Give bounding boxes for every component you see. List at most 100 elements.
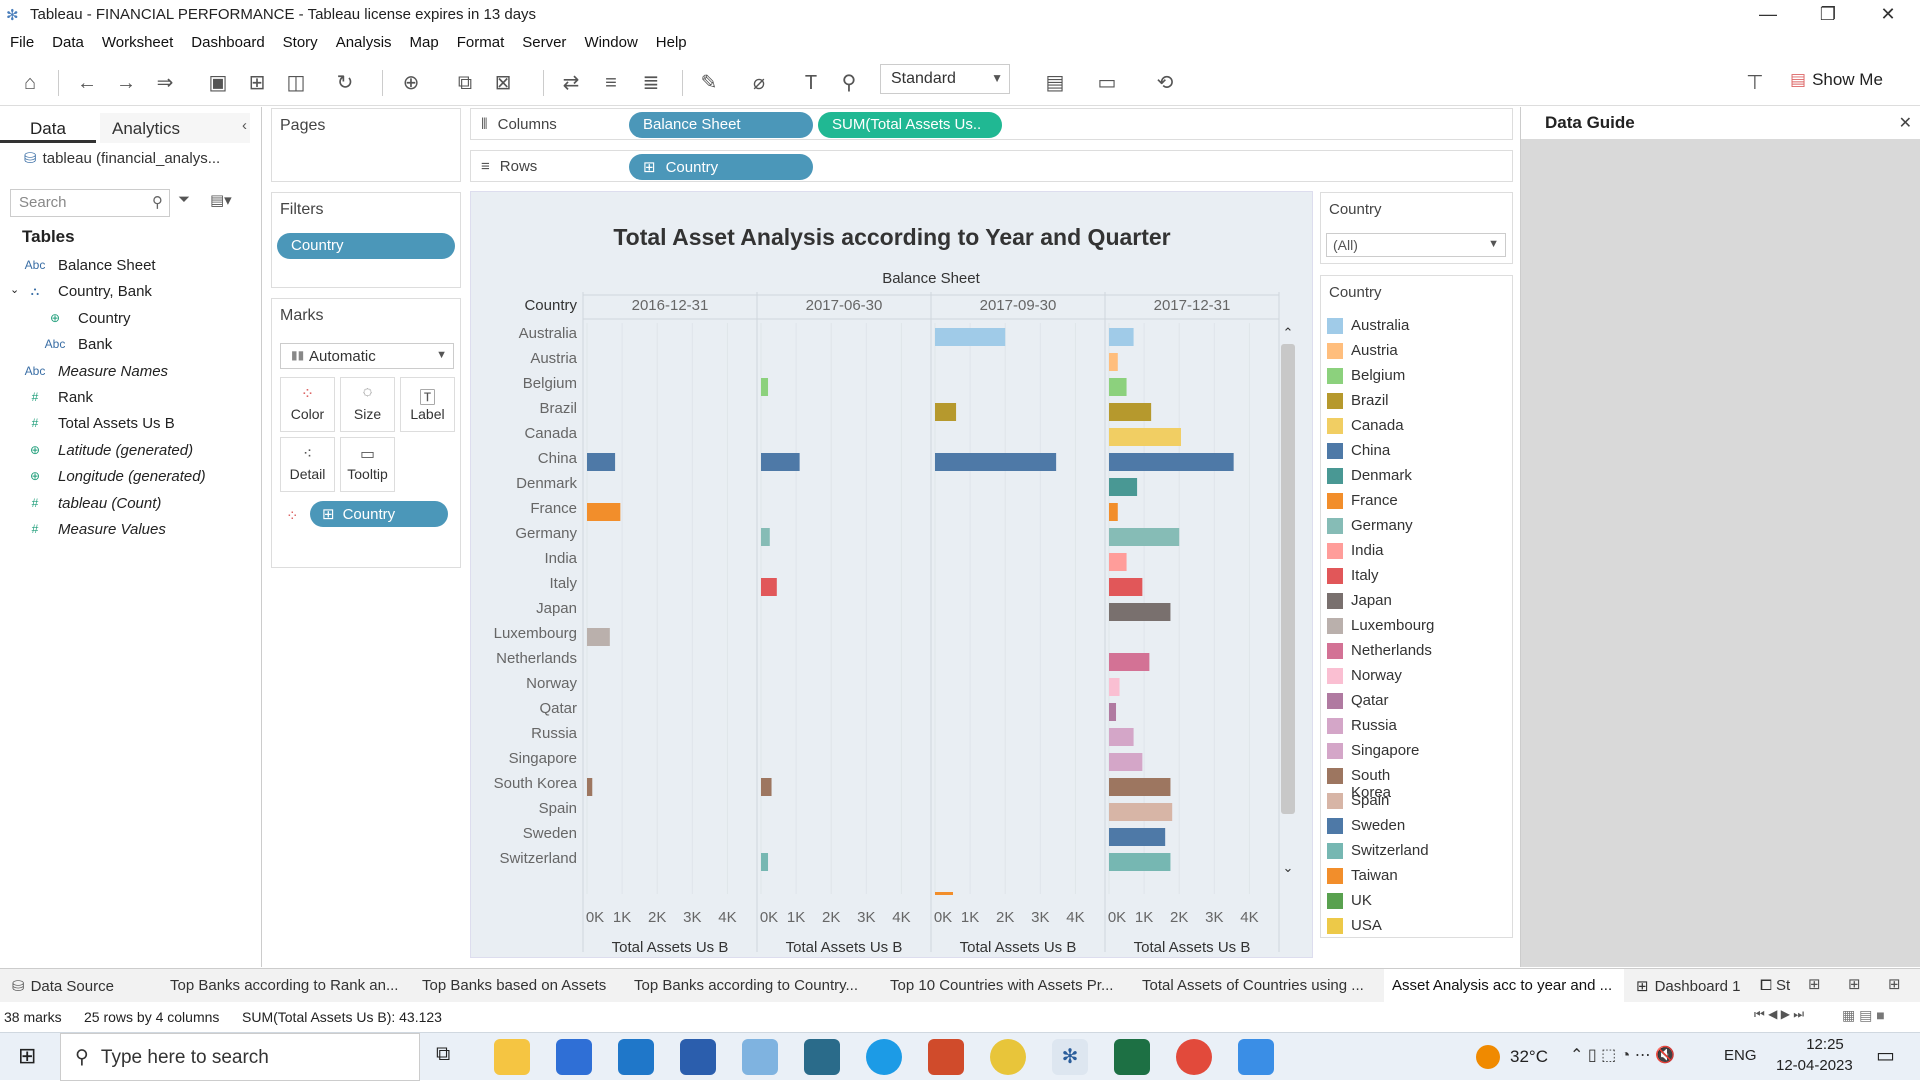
label-button[interactable]: 🅃 Label <box>400 377 455 432</box>
field-item[interactable]: Abc Bank <box>0 332 260 358</box>
restore-button[interactable]: ❐ <box>1800 0 1856 30</box>
minimize-button[interactable]: — <box>1740 0 1796 30</box>
data-guide-icon[interactable]: ⊤ <box>1740 68 1770 98</box>
tab-top-banks-rank[interactable]: Top Banks according to Rank an... <box>162 969 412 1003</box>
tab-top-banks-assets[interactable]: Top Banks based on Assets <box>414 969 624 1003</box>
tab-asset-analysis-active[interactable]: Asset Analysis acc to year and ... <box>1384 969 1624 1003</box>
new-story-tab-icon[interactable]: ⊞ <box>1888 975 1901 993</box>
mail-icon[interactable] <box>618 1039 654 1075</box>
new-worksheet-icon[interactable]: ⊕ <box>396 68 426 98</box>
menu-server[interactable]: Server <box>513 30 575 55</box>
replay-icon[interactable]: ⇒ <box>150 68 180 98</box>
sort-descending-icon[interactable]: ≣ <box>636 68 666 98</box>
menu-data[interactable]: Data <box>43 30 93 55</box>
app-icon-3[interactable] <box>1176 1039 1212 1075</box>
edge-icon[interactable] <box>866 1039 902 1075</box>
menu-worksheet[interactable]: Worksheet <box>93 30 182 55</box>
clear-sheet-icon[interactable]: ⊠ <box>488 68 518 98</box>
tab-story[interactable]: ⧠ St <box>1752 969 1802 1003</box>
columns-pill-sum-total-assets[interactable]: SUM(Total Assets Us.. <box>818 112 1002 138</box>
new-datasource-icon[interactable]: ⊞ <box>242 68 272 98</box>
pause-updates-icon[interactable]: ◫ <box>281 68 311 98</box>
group-members-icon[interactable]: ⌀ <box>744 68 774 98</box>
menu-file[interactable]: File <box>0 30 43 55</box>
field-item[interactable]: ⊕ Latitude (generated) <box>0 438 260 464</box>
tray-icons[interactable]: ⌃ ▯ ⬚ ◔ ⋯ 🔇 <box>1570 1045 1675 1065</box>
new-dashboard-tab-icon[interactable]: ⊞ <box>1848 975 1861 993</box>
datasource-item[interactable]: ⛁ tableau (financial_analys... <box>24 149 220 167</box>
field-item[interactable]: # Measure Values <box>0 517 260 543</box>
excel-icon[interactable] <box>1114 1039 1150 1075</box>
redo-icon[interactable]: → <box>111 68 141 98</box>
size-button[interactable]: ◌ Size <box>340 377 395 432</box>
menu-story[interactable]: Story <box>274 30 327 55</box>
home-icon[interactable]: ⌂ <box>15 68 45 98</box>
menu-help[interactable]: Help <box>647 30 696 55</box>
field-item[interactable]: # tableau (Count) <box>0 491 260 517</box>
tab-data[interactable]: Data <box>0 113 96 143</box>
country-filter-dropdown[interactable]: (All) ▼ <box>1326 233 1506 257</box>
close-icon[interactable]: ✕ <box>1899 113 1912 133</box>
weather-icon[interactable] <box>1476 1045 1500 1069</box>
tableau-taskbar-icon[interactable]: ✻ <box>1052 1039 1088 1075</box>
show-mark-labels-icon[interactable]: T <box>796 68 826 98</box>
swap-rows-columns-icon[interactable]: ⇄ <box>556 68 586 98</box>
menu-window[interactable]: Window <box>575 30 646 55</box>
highlight-icon[interactable]: ✎ <box>694 68 724 98</box>
app-icon[interactable] <box>742 1039 778 1075</box>
field-item[interactable]: ⊕ Longitude (generated) <box>0 464 260 490</box>
tooltip-button[interactable]: ▭ Tooltip <box>340 437 395 492</box>
filter-icon[interactable]: ⏷ <box>178 191 190 208</box>
share-icon[interactable]: ⟲ <box>1150 68 1180 98</box>
task-view-icon[interactable]: ⧉ <box>436 1043 450 1066</box>
menu-format[interactable]: Format <box>448 30 514 55</box>
collapse-pane-icon[interactable]: ‹ <box>242 117 247 134</box>
sheet-nav-icons[interactable]: ⏮ ◀ ▶ ⏭ <box>1754 1007 1804 1022</box>
save-icon[interactable]: ▣ <box>203 68 233 98</box>
notification-icon[interactable]: ▭ <box>1876 1043 1895 1068</box>
new-worksheet-tab-icon[interactable]: ⊞ <box>1808 975 1821 993</box>
sort-ascending-icon[interactable]: ≡ <box>596 68 626 98</box>
presentation-mode-icon[interactable]: ▭ <box>1092 68 1122 98</box>
detail-button[interactable]: ⁖ Detail <box>280 437 335 492</box>
show-cards-icon[interactable]: ▤ <box>1040 68 1070 98</box>
color-button[interactable]: ⁘ Color <box>280 377 335 432</box>
tab-top-10-countries[interactable]: Top 10 Countries with Assets Pr... <box>882 969 1132 1003</box>
view-toggle-icons[interactable]: ▦ ▤ ■ <box>1842 1007 1885 1024</box>
tab-data-source[interactable]: ⛁ Data Source <box>0 969 160 1003</box>
word-icon[interactable] <box>680 1039 716 1075</box>
menu-map[interactable]: Map <box>401 30 448 55</box>
tab-top-banks-country[interactable]: Top Banks according to Country... <box>626 969 880 1003</box>
marks-pill-country[interactable]: ⊞ Country <box>310 501 448 527</box>
language-indicator[interactable]: ENG <box>1724 1047 1757 1064</box>
store-icon[interactable] <box>556 1039 592 1075</box>
filter-pill-country[interactable]: Country <box>277 233 455 259</box>
clock-time[interactable]: 12:25 <box>1790 1036 1860 1053</box>
field-item[interactable]: ⛬ Country, Bank ⌄ <box>0 279 260 305</box>
powerpoint-icon[interactable] <box>928 1039 964 1075</box>
duplicate-sheet-icon[interactable]: ⧉ <box>450 68 480 98</box>
taskbar-search-input[interactable]: ⚲ Type here to search <box>60 1033 420 1081</box>
close-window-button[interactable]: ✕ <box>1860 0 1916 30</box>
refresh-icon[interactable]: ↻ <box>330 68 360 98</box>
field-item[interactable]: ⊕ Country <box>0 306 260 332</box>
undo-icon[interactable]: ← <box>72 68 102 98</box>
fit-select[interactable]: Standard ▼ <box>880 64 1010 94</box>
windows-start-icon[interactable]: ⊞ <box>18 1043 36 1069</box>
fix-axes-icon[interactable]: ⚲ <box>834 68 864 98</box>
field-item[interactable]: # Total Assets Us B <box>0 411 260 437</box>
app-icon-2[interactable] <box>804 1039 840 1075</box>
menu-dashboard[interactable]: Dashboard <box>182 30 273 55</box>
chrome-icon[interactable] <box>990 1039 1026 1075</box>
tab-dashboard-1[interactable]: ⊞ Dashboard 1 <box>1628 969 1750 1003</box>
show-me-button[interactable]: ▤ Show Me <box>1790 70 1883 90</box>
photos-icon[interactable] <box>1238 1039 1274 1075</box>
field-item[interactable]: Abc Balance Sheet <box>0 253 260 279</box>
field-item[interactable]: Abc Measure Names <box>0 359 260 385</box>
columns-pill-balance-sheet[interactable]: Balance Sheet <box>629 112 813 138</box>
mark-type-select[interactable]: ▮▮ Automatic ▼ <box>280 343 454 369</box>
menu-analysis[interactable]: Analysis <box>327 30 401 55</box>
tab-analytics[interactable]: Analytics <box>100 113 250 143</box>
view-options-icon[interactable]: ▤▾ <box>210 191 232 209</box>
rows-pill-country[interactable]: ⊞ Country <box>629 154 813 180</box>
